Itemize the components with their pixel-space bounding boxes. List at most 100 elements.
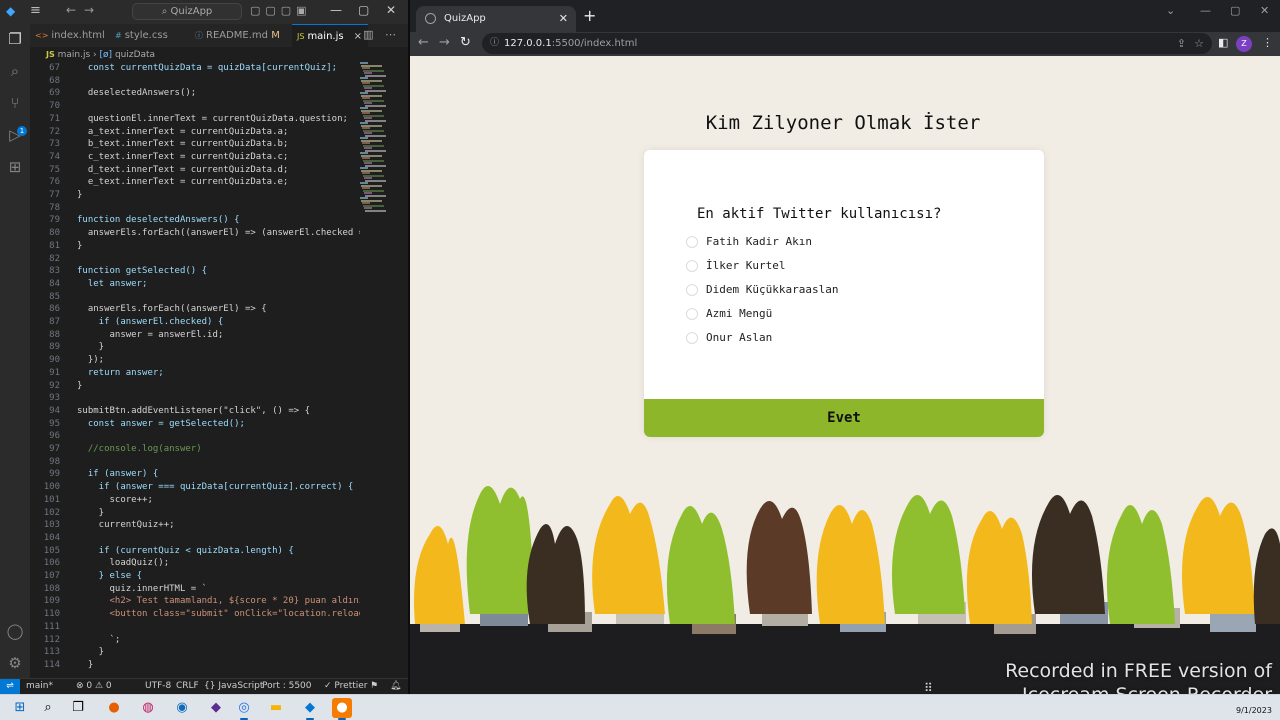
tab-close-icon[interactable]: ✕	[559, 6, 568, 32]
chrome-icon[interactable]: ◎	[234, 698, 254, 720]
brave-app-icon[interactable]: ◆	[206, 698, 226, 718]
breadcrumb-file[interactable]: main.js	[58, 50, 91, 60]
code-line[interactable]: 77}	[30, 189, 360, 202]
code-line[interactable]: 71 questionEl.innerText = currentQuizDat…	[30, 113, 360, 126]
code-line[interactable]: 108 quiz.innerHTML = `	[30, 583, 360, 596]
answer-label[interactable]: İlker Kurtel	[706, 258, 785, 274]
browser-app-icon[interactable]: ◉	[172, 698, 192, 718]
notifications-bell-icon[interactable]: 🔔︎	[390, 679, 401, 694]
nav-arrows-icon[interactable]: ←→	[66, 3, 102, 17]
code-line[interactable]: 90 });	[30, 354, 360, 367]
back-arrow-icon[interactable]: ←	[418, 35, 429, 50]
answer-label[interactable]: Didem Küçükkaraaslan	[706, 282, 838, 298]
layout-toggles-icon[interactable]: ▢▢▢▣	[250, 4, 312, 17]
code-line[interactable]: 81}	[30, 240, 360, 253]
run-debug-icon[interactable]: ▷	[6, 126, 24, 144]
tab-index-html[interactable]: <> index.html	[30, 24, 110, 47]
code-line[interactable]: 73 b_text.innerText = currentQuizData.b;	[30, 138, 360, 151]
command-center-search[interactable]: ⌕ QuizApp	[132, 3, 242, 20]
start-windows-icon[interactable]: ⊞	[10, 698, 30, 718]
code-line[interactable]: 79 function deselectedAnswers() {	[30, 214, 360, 227]
radio-button[interactable]	[686, 308, 698, 320]
code-line[interactable]: 110 <button class="submit" onClick="loca…	[30, 608, 360, 621]
maximize-icon[interactable]: ▢	[358, 3, 369, 17]
browser-menu-icon[interactable]: ⋮	[1262, 36, 1273, 49]
code-line[interactable]: 94 submitBtn.addEventListener("click", ()…	[30, 405, 360, 418]
code-line[interactable]: 89 }	[30, 341, 360, 354]
code-line[interactable]: 99 if (answer) {	[30, 468, 360, 481]
code-editor[interactable]: 67 const currentQuizData = quizData[curr…	[30, 62, 360, 678]
tab-readme[interactable]: ⓘ README.md M	[190, 24, 292, 47]
code-line[interactable]: 88 answer = answerEl.id;	[30, 329, 360, 342]
search-icon[interactable]: ⌕	[6, 62, 24, 80]
code-line[interactable]: 67 const currentQuizData = quizData[curr…	[30, 62, 360, 75]
code-line[interactable]: 86 answerEls.forEach((answerEl) => {	[30, 303, 360, 316]
code-line[interactable]: 102 }	[30, 507, 360, 520]
minimap[interactable]	[360, 62, 400, 212]
browser-tab-quizapp[interactable]: QuizApp ✕	[416, 6, 576, 32]
code-line[interactable]: 91 return answer;	[30, 367, 360, 380]
account-icon[interactable]: ◯	[6, 622, 24, 640]
code-line[interactable]: 84 let answer;	[30, 278, 360, 291]
code-line[interactable]: 105 if (currentQuiz < quizData.length) {	[30, 545, 360, 558]
firefox-icon[interactable]: ●	[104, 698, 124, 718]
code-line[interactable]: 109 <h2> Test tamamlandı, ${score * 20} …	[30, 595, 360, 608]
language-mode[interactable]: {} JavaScript	[204, 679, 263, 694]
code-line[interactable]: 104	[30, 532, 360, 545]
code-line[interactable]: 98	[30, 456, 360, 469]
code-line[interactable]: 69 deselectedAnswers();	[30, 87, 360, 100]
tab-search-icon[interactable]: ⌄	[1166, 4, 1175, 17]
code-line[interactable]: 85	[30, 291, 360, 304]
breadcrumb-symbol[interactable]: quizData	[115, 50, 155, 60]
answer-label[interactable]: Azmi Mengü	[706, 306, 772, 322]
code-line[interactable]: 100 if (answer === quizData[currentQuiz]…	[30, 481, 360, 494]
editor-scrollbar[interactable]	[400, 62, 408, 678]
radio-button[interactable]	[686, 284, 698, 296]
code-line[interactable]: 95 const answer = getSelected();	[30, 418, 360, 431]
radio-button[interactable]	[686, 236, 698, 248]
maximize-icon[interactable]: ▢	[1230, 4, 1240, 17]
code-line[interactable]: 107 } else {	[30, 570, 360, 583]
close-icon[interactable]: ✕	[386, 3, 396, 17]
code-line[interactable]: 87 if (answerEl.checked) {	[30, 316, 360, 329]
prettier-status[interactable]: ✓ Prettier	[324, 679, 368, 694]
encoding[interactable]: UTF-8	[145, 679, 171, 694]
code-line[interactable]: 83 function getSelected() {	[30, 265, 360, 278]
tab-main-js[interactable]: JS main.js ×	[292, 24, 368, 47]
close-icon[interactable]: ✕	[1260, 4, 1269, 17]
submit-button[interactable]: Evet	[644, 399, 1044, 437]
task-view-icon[interactable]: ❐	[68, 698, 88, 718]
site-info-icon[interactable]: ⓘ	[490, 33, 499, 54]
code-line[interactable]: 112 `;	[30, 634, 360, 647]
code-line[interactable]: 68	[30, 75, 360, 88]
code-line[interactable]: 103 currentQuiz++;	[30, 519, 360, 532]
extensions-icon[interactable]: ⊞	[6, 158, 24, 176]
source-control-icon[interactable]: ⑂	[6, 94, 24, 112]
minimize-icon[interactable]: —	[330, 3, 342, 17]
address-bar[interactable]: ⓘ 127.0.0.1:5500/index.html ⇪ ☆	[482, 33, 1212, 54]
bookmark-star-icon[interactable]: ☆	[1194, 33, 1204, 54]
settings-gear-icon[interactable]: ⚙	[6, 654, 24, 672]
code-line[interactable]: 113 }	[30, 646, 360, 659]
code-line[interactable]: 72 a_text.innerText = currentQuizData.a;	[30, 126, 360, 139]
share-icon[interactable]: ⇪	[1177, 33, 1186, 54]
code-line[interactable]: 74 c_text.innerText = currentQuizData.c;	[30, 151, 360, 164]
recorder-app-icon[interactable]: ●	[332, 698, 352, 720]
menu-icon[interactable]: ≡	[30, 3, 41, 18]
search-icon[interactable]: ⌕	[38, 698, 58, 718]
remote-indicator-icon[interactable]: ⇌	[0, 679, 20, 694]
code-line[interactable]: 101 score++;	[30, 494, 360, 507]
answer-label[interactable]: Fatih Kadir Akın	[706, 234, 812, 250]
git-branch[interactable]: main*	[26, 679, 53, 694]
feedback-icon[interactable]: ⚑	[370, 679, 378, 694]
reload-icon[interactable]: ↻	[460, 35, 471, 50]
code-line[interactable]: 97 //console.log(answer)	[30, 443, 360, 456]
explorer-icon[interactable]: ❐	[6, 30, 24, 48]
minimize-icon[interactable]: —	[1200, 4, 1211, 17]
new-tab-icon[interactable]: +	[583, 6, 596, 25]
split-editor-icon[interactable]: ▥ ⋯	[363, 28, 400, 41]
code-line[interactable]: 76 e_text.innerText = currentQuizData.e;	[30, 176, 360, 189]
file-explorer-icon[interactable]: ▬	[266, 698, 286, 718]
code-line[interactable]: 106 loadQuiz();	[30, 557, 360, 570]
side-panel-icon[interactable]: ◧	[1218, 36, 1228, 49]
